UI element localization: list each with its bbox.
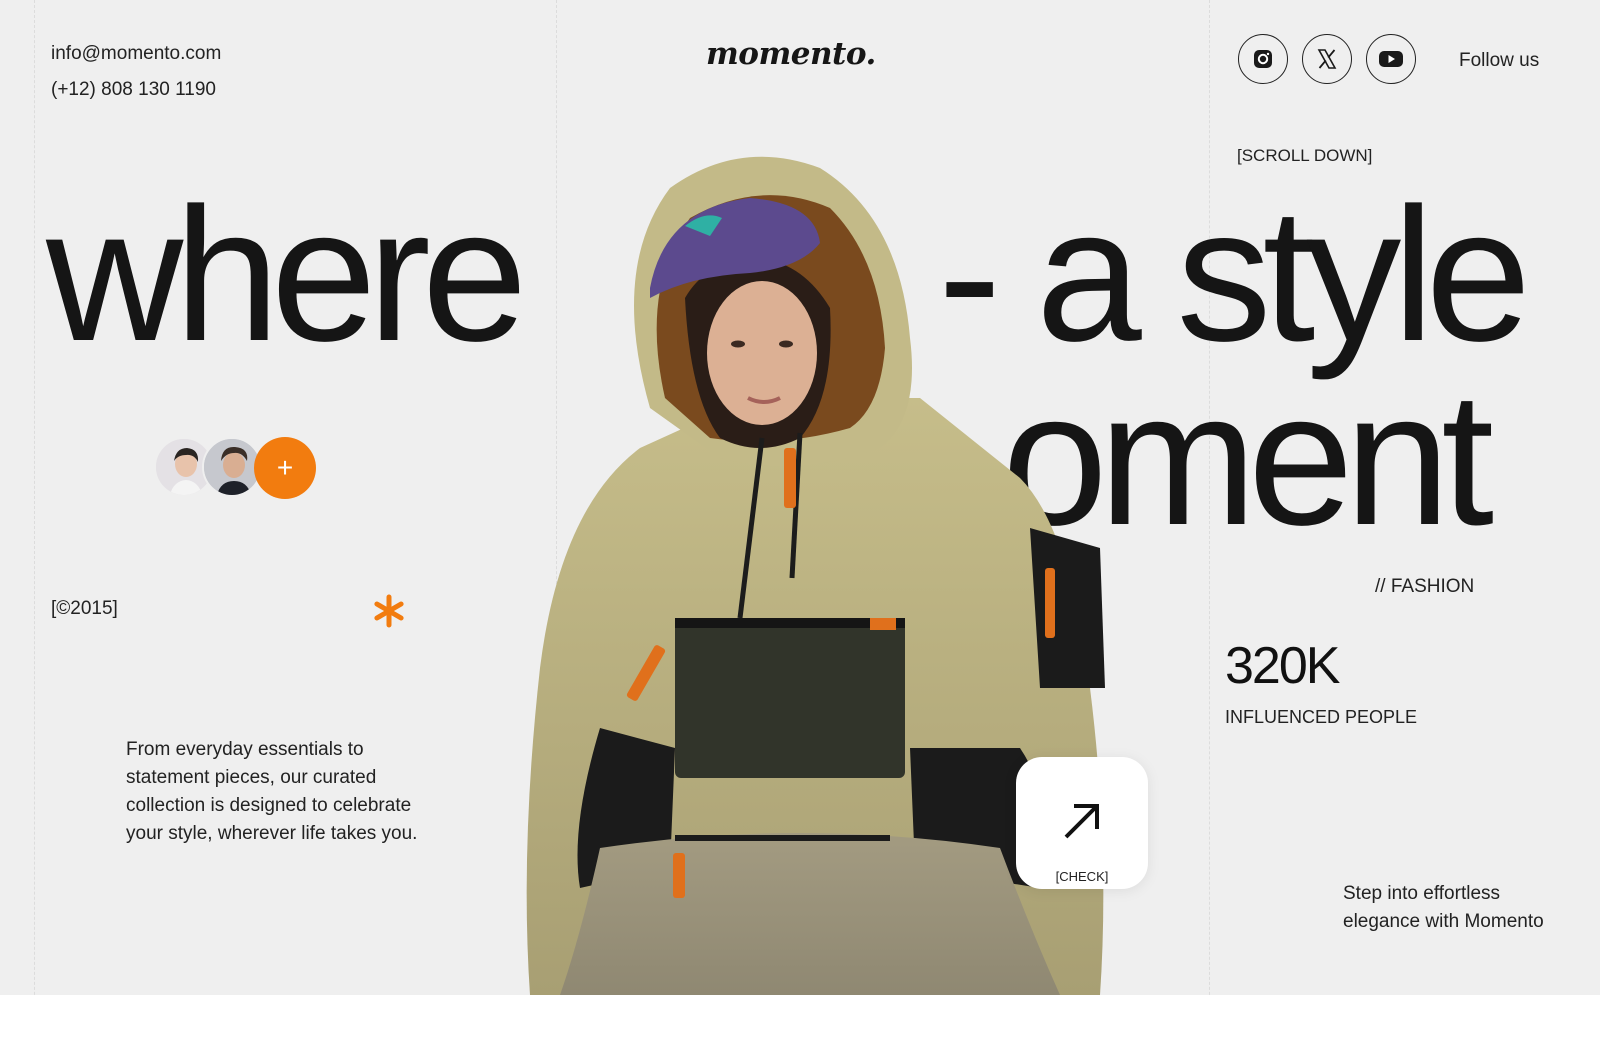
avatar-group: + (154, 437, 316, 499)
stat-value: 320K (1225, 637, 1340, 695)
instagram-button[interactable] (1238, 34, 1288, 84)
year-label: [©2015] (51, 598, 118, 619)
stat-label: INFLUENCED PEOPLE (1225, 707, 1418, 727)
social-links (1238, 34, 1416, 84)
youtube-icon (1379, 51, 1403, 67)
page: info@momento.com (+12) 808 130 1190 mome… (0, 0, 1600, 1060)
scroll-down-indicator[interactable]: [SCROLL DOWN] (1237, 146, 1372, 166)
x-button[interactable] (1302, 34, 1352, 84)
guide-line (34, 0, 35, 995)
follow-us-label: Follow us (1459, 50, 1540, 71)
check-label: [CHECK] (1055, 869, 1109, 884)
email-link[interactable]: info@momento.com (51, 36, 221, 72)
youtube-button[interactable] (1366, 34, 1416, 84)
contact-info: info@momento.com (+12) 808 130 1190 (51, 36, 221, 108)
add-button[interactable]: + (254, 437, 316, 499)
avatar (202, 437, 262, 497)
tagline: Step into effortless elegance with Momen… (1343, 883, 1544, 932)
category-label: // FASHION (1375, 576, 1475, 597)
x-icon (1317, 49, 1337, 69)
arrow-up-right-icon (1064, 804, 1099, 839)
collection-description: From everyday essentials to statement pi… (126, 739, 418, 844)
asterisk-icon (372, 594, 406, 633)
headline-where: where (46, 169, 527, 381)
check-button[interactable]: [CHECK] (1016, 757, 1148, 889)
hero-section: info@momento.com (+12) 808 130 1190 mome… (0, 0, 1600, 995)
phone-link[interactable]: (+12) 808 130 1190 (51, 72, 221, 108)
instagram-icon (1254, 50, 1272, 68)
logo[interactable]: momento. (706, 36, 876, 72)
